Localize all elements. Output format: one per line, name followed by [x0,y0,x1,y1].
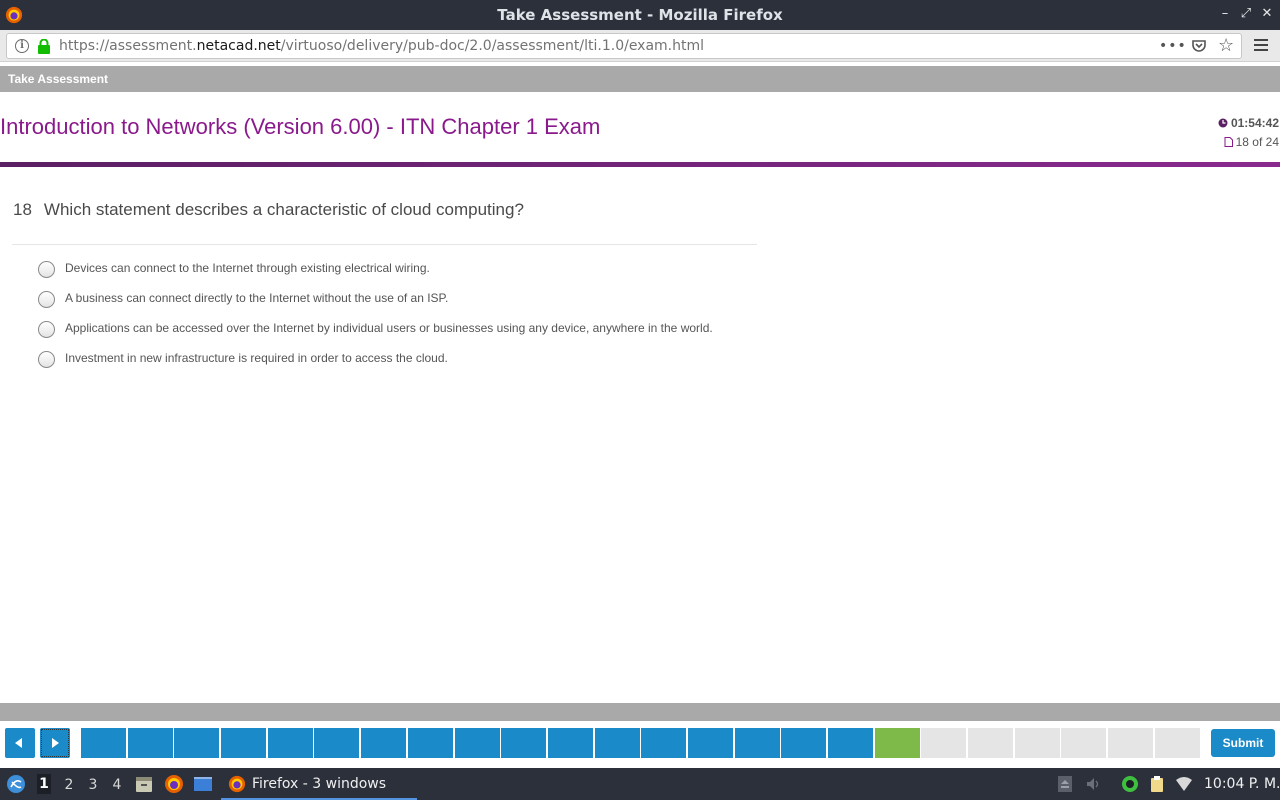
question-progress-segment[interactable] [127,728,173,758]
question-progress-segment[interactable] [687,728,733,758]
window-titlebar: Take Assessment - Mozilla Firefox – ⤢ ✕ [0,0,1280,30]
question-progress-segment[interactable] [547,728,593,758]
submit-button[interactable]: Submit [1211,729,1275,757]
workspace-1[interactable]: 1 [37,774,51,794]
system-taskbar: 1 2 3 4 Firefox - 3 windows 10:04 P. M. [0,768,1280,800]
app-header: Take Assessment [0,66,1280,92]
lock-icon[interactable] [37,39,51,54]
footer-divider-bar [0,703,1280,721]
question-progress-segment[interactable] [314,728,360,758]
url-text[interactable]: https://assessment.netacad.net/virtuoso/… [59,38,704,54]
answer-label[interactable]: Applications can be accessed over the In… [65,321,713,335]
answer-label[interactable]: Devices can connect to the Internet thro… [65,261,430,275]
maximize-icon[interactable]: ⤢ [1238,6,1254,22]
question-progress-segment[interactable] [1014,728,1060,758]
app-header-label: Take Assessment [8,72,109,86]
workspace-2[interactable]: 2 [62,777,76,793]
next-question-button[interactable] [40,728,70,758]
radio-button[interactable] [38,351,55,368]
question-progress-segment[interactable] [361,728,407,758]
pocket-icon[interactable] [1191,38,1207,54]
question-progress-segment[interactable] [921,728,967,758]
document-icon [1224,137,1233,147]
window-title: Take Assessment - Mozilla Firefox [497,6,783,24]
question-progress-segment[interactable] [81,728,126,758]
clipboard-icon[interactable] [1148,775,1166,793]
question-progress-segment[interactable] [221,728,267,758]
arrow-left-icon [15,738,22,748]
question-progress-segment[interactable] [1154,728,1200,758]
radio-button[interactable] [38,291,55,308]
workspace-3[interactable]: 3 [86,777,100,793]
start-menu-icon[interactable] [6,774,26,794]
exam-title: Introduction to Networks (Version 6.00) … [0,114,601,139]
hamburger-menu-icon[interactable] [1253,38,1269,52]
taskbar-clock[interactable]: 10:04 P. M. [1204,776,1280,792]
wifi-icon[interactable] [1175,775,1193,793]
clock-icon [1218,118,1228,128]
browser-toolbar: i https://assessment.netacad.net/virtuos… [0,30,1280,62]
question-progress-segment[interactable] [874,728,920,758]
answer-label[interactable]: Investment in new infrastructure is requ… [65,351,448,365]
page-actions-icon[interactable]: ••• [1159,38,1187,54]
info-icon[interactable]: i [15,39,29,53]
question-progress-segment[interactable] [641,728,687,758]
eject-icon[interactable] [1056,775,1074,793]
minimize-icon[interactable]: – [1217,6,1233,22]
url-bar[interactable]: i https://assessment.netacad.net/virtuos… [6,33,1242,59]
radio-button[interactable] [38,261,55,278]
question-progress-segment[interactable] [594,728,640,758]
question-progress-segment[interactable] [1061,728,1107,758]
close-icon[interactable]: ✕ [1259,6,1275,22]
firefox-launcher-icon[interactable] [164,774,184,794]
question-number: 18 [13,200,32,219]
question-progress-segment[interactable] [174,728,220,758]
header-accent-bar [0,162,1280,167]
question-progress-segment[interactable] [454,728,500,758]
question-progress-segment[interactable] [407,728,453,758]
question-text: Which statement describes a characterist… [43,200,524,219]
question-divider [12,244,757,245]
arrow-right-icon [52,738,59,748]
question-progress-segment[interactable] [267,728,313,758]
exam-timer: 01:54:42 [1218,116,1279,130]
question-progress-segment[interactable] [734,728,780,758]
desktop-icon[interactable] [193,774,213,794]
question-counter: 18 of 24 [1224,135,1279,149]
answer-label[interactable]: A business can connect directly to the I… [65,291,448,305]
record-status-icon[interactable] [1121,775,1139,793]
question-progress-segment[interactable] [501,728,547,758]
previous-question-button[interactable] [5,728,35,758]
question-progress-bar [81,728,1202,758]
question-progress-segment[interactable] [828,728,873,758]
question-progress-segment[interactable] [1108,728,1154,758]
question-progress-segment[interactable] [781,728,827,758]
bookmark-star-icon[interactable]: ☆ [1218,35,1234,56]
taskbar-firefox-task[interactable]: Firefox - 3 windows [221,768,417,800]
firefox-task-icon [228,775,246,793]
question-progress-segment[interactable] [968,728,1014,758]
radio-button[interactable] [38,321,55,338]
workspace-4[interactable]: 4 [110,777,124,793]
question-heading: 18 Which statement describes a characteri… [13,200,524,220]
task-label: Firefox - 3 windows [252,776,387,792]
file-manager-icon[interactable] [134,774,154,794]
volume-icon[interactable] [1085,775,1103,793]
